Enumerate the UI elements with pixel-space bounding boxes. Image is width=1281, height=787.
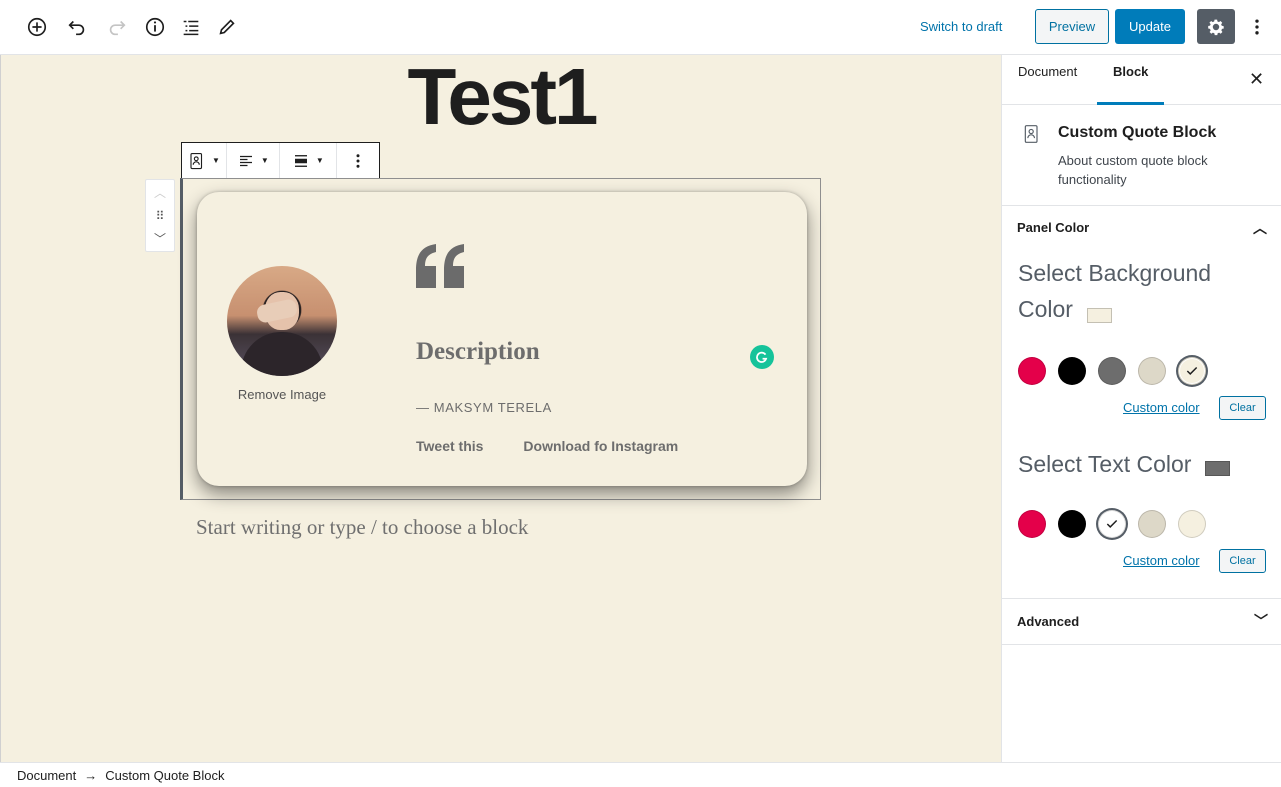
clear-background-button[interactable]: Clear [1219, 396, 1266, 420]
color-swatch-black[interactable] [1058, 357, 1086, 385]
color-swatch-gray[interactable] [1098, 510, 1126, 538]
color-swatch-red[interactable] [1018, 357, 1046, 385]
download-instagram-link[interactable]: Download fo Instagram [523, 438, 678, 454]
custom-background-color-link[interactable]: Custom color [1123, 400, 1200, 415]
check-icon [1186, 366, 1198, 375]
switch-to-draft-button[interactable]: Switch to draft [912, 16, 1010, 38]
color-swatch-red[interactable] [1018, 510, 1046, 538]
quote-card[interactable]: Remove Image Description — MAKSYM TERELA… [197, 192, 807, 486]
block-navigation-icon[interactable] [178, 14, 204, 40]
color-swatch-black[interactable] [1058, 510, 1086, 538]
drag-handle-icon[interactable]: ⠿ [156, 209, 165, 223]
align-left-icon [239, 155, 252, 166]
undo-icon[interactable] [64, 14, 90, 40]
preview-button[interactable]: Preview [1035, 9, 1109, 44]
grammarly-icon[interactable] [750, 345, 774, 369]
default-block-appender[interactable]: Start writing or type / to choose a bloc… [196, 515, 528, 540]
editor-canvas: Test1 ▼ ▼ ▼ ︿ ⠿ ﹀ Remove Image Descripti… [0, 55, 1001, 762]
text-color-indicator [1205, 461, 1230, 476]
block-alignment-control[interactable]: ▼ [280, 143, 337, 178]
vertical-ellipsis-icon [356, 153, 360, 168]
color-swatch-cream[interactable] [1178, 357, 1206, 385]
custom-text-color-link[interactable]: Custom color [1123, 553, 1200, 568]
settings-sidebar: Document Block ✕ Custom Quote Block Abou… [1001, 55, 1281, 762]
quote-block-icon [1022, 123, 1042, 150]
color-swatch-taupe[interactable] [1138, 357, 1166, 385]
edit-tools-icon[interactable] [214, 14, 240, 40]
block-card: Custom Quote Block About custom quote bl… [1002, 105, 1281, 206]
check-icon [1106, 519, 1118, 528]
block-description: About custom quote block functionality [1058, 153, 1208, 187]
breadcrumb: Document → Custom Quote Block [0, 762, 1281, 787]
advanced-toggle[interactable]: Advanced ﹀ [1002, 599, 1281, 644]
block-name: Custom Quote Block [1058, 124, 1217, 141]
quote-mark-icon [416, 244, 466, 293]
quote-author[interactable]: — MAKSYM TERELA [416, 400, 552, 415]
arrow-right-icon: → [84, 767, 98, 783]
quote-description[interactable]: Description [416, 338, 540, 366]
caret-down-icon: ▼ [212, 156, 220, 165]
background-color-title: Select Background Color [1018, 260, 1212, 322]
color-swatch-cream[interactable] [1178, 510, 1206, 538]
info-icon[interactable] [142, 14, 168, 40]
tweet-this-link[interactable]: Tweet this [416, 438, 483, 454]
caret-down-icon: ▼ [315, 156, 324, 165]
move-down-icon[interactable]: ﹀ [154, 230, 166, 247]
align-wide-icon [294, 154, 307, 167]
block-type-switcher[interactable]: ▼ [182, 143, 227, 178]
breadcrumb-current-block[interactable]: Custom Quote Block [105, 768, 224, 783]
sidebar-tabs: Document Block ✕ [1002, 55, 1281, 105]
clear-text-button[interactable]: Clear [1219, 549, 1266, 573]
text-align-control[interactable]: ▼ [227, 143, 280, 178]
author-photo[interactable] [227, 266, 337, 376]
panel-color-toggle[interactable]: Panel Color ︿ [1002, 206, 1281, 250]
panel-color-title: Panel Color [1017, 220, 1090, 235]
text-color-title: Select Text Color [1018, 451, 1192, 477]
breadcrumb-document[interactable]: Document [17, 768, 76, 783]
advanced-title: Advanced [1017, 614, 1080, 629]
block-more-options[interactable] [337, 143, 379, 178]
post-title[interactable]: Test1 [1, 55, 1001, 143]
close-icon[interactable]: ✕ [1249, 69, 1264, 90]
remove-image-button[interactable]: Remove Image [217, 387, 347, 402]
add-block-icon[interactable] [24, 14, 50, 40]
vertical-ellipsis-icon [1255, 19, 1259, 35]
tab-document[interactable]: Document [1002, 55, 1093, 105]
more-options-button[interactable] [1245, 12, 1269, 42]
editor-header: Switch to draft Preview Update [0, 0, 1281, 55]
color-swatch-gray[interactable] [1098, 357, 1126, 385]
block-mover: ︿ ⠿ ﹀ [145, 179, 175, 252]
update-button[interactable]: Update [1115, 9, 1185, 44]
quote-block-icon [190, 152, 203, 169]
background-color-indicator [1087, 308, 1112, 323]
quote-share-links: Tweet this Download fo Instagram [416, 438, 678, 454]
color-swatch-taupe[interactable] [1138, 510, 1166, 538]
block-toolbar: ▼ ▼ ▼ [181, 142, 380, 179]
gear-icon [1208, 19, 1224, 35]
text-palette [1018, 510, 1206, 538]
chevron-down-icon: ﹀ [1254, 613, 1268, 629]
chevron-up-icon: ︿ [1253, 220, 1267, 236]
tab-block[interactable]: Block [1097, 55, 1165, 105]
redo-icon[interactable] [104, 14, 130, 40]
advanced-panel: Advanced ﹀ [1002, 598, 1281, 645]
settings-button[interactable] [1197, 9, 1235, 44]
move-up-icon[interactable]: ︿ [154, 184, 166, 201]
caret-down-icon: ▼ [260, 156, 269, 165]
background-palette [1018, 357, 1206, 385]
